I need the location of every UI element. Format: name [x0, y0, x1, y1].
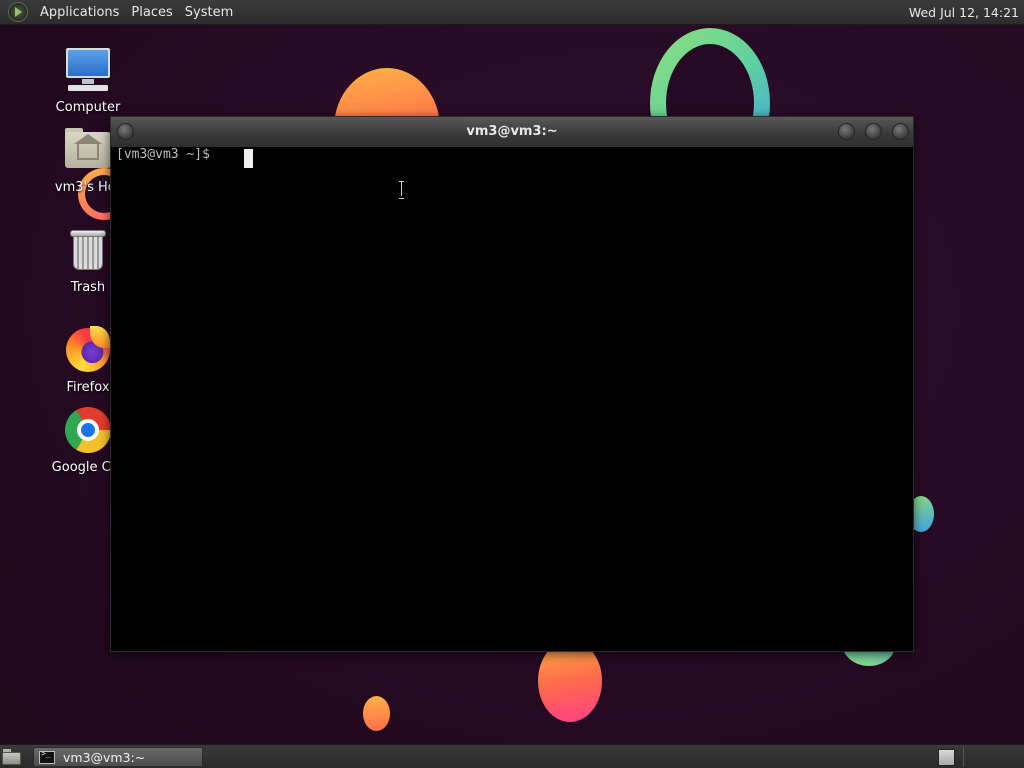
panel-separator [963, 747, 964, 767]
home-folder-icon [64, 126, 112, 174]
firefox-icon [64, 326, 112, 374]
show-desktop-button[interactable] [2, 749, 22, 765]
minimize-button[interactable] [838, 123, 855, 140]
window-titlebar[interactable]: vm3@vm3:~ [111, 117, 913, 147]
mouse-ibeam-cursor [399, 181, 404, 199]
window-title: vm3@vm3:~ [466, 124, 558, 139]
terminal-icon [39, 749, 55, 764]
bottom-panel: vm3@vm3:~ [0, 744, 1024, 768]
workspace-switcher[interactable] [938, 749, 955, 766]
clock[interactable]: Wed Jul 12, 14:21 [909, 5, 1019, 20]
wallpaper-small-blob [363, 696, 390, 731]
desktop-icon-label: Computer [55, 100, 121, 115]
trash-icon [64, 226, 112, 274]
text-cursor [244, 149, 253, 168]
top-panel: Applications Places System Wed Jul 12, 1… [0, 0, 1024, 25]
maximize-button[interactable] [865, 123, 882, 140]
shell-prompt: [vm3@vm3 ~]$ [116, 147, 218, 162]
system-menu[interactable]: System [179, 0, 239, 25]
terminal-output[interactable] [111, 147, 913, 651]
places-menu[interactable]: Places [125, 0, 178, 25]
wallpaper-pink-blob [538, 640, 602, 722]
terminal-window[interactable]: vm3@vm3:~ [vm3@vm3 ~]$ [110, 116, 914, 652]
chrome-icon [64, 406, 112, 454]
close-button[interactable] [892, 123, 909, 140]
distro-logo-icon[interactable] [8, 2, 28, 22]
taskbar-item-label: vm3@vm3:~ [63, 749, 146, 765]
computer-icon [64, 46, 112, 94]
taskbar-item-terminal[interactable]: vm3@vm3:~ [33, 747, 203, 767]
applications-menu[interactable]: Applications [34, 0, 125, 25]
desktop-icon-computer[interactable]: Computer [38, 46, 138, 115]
